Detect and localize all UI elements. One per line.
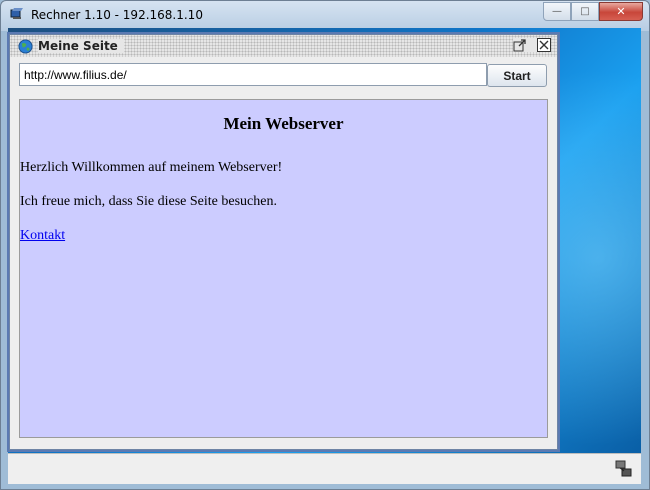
window-title: Rechner 1.10 - 192.168.1.10 [31, 8, 203, 22]
visit-text: Ich freue mich, dass Sie diese Seite bes… [20, 194, 277, 209]
maximize-icon: □ [580, 6, 590, 17]
minimize-button[interactable]: — [543, 2, 571, 21]
status-bar [8, 453, 641, 484]
browser-title-bar[interactable]: Meine Seite [10, 35, 557, 57]
kontakt-link[interactable]: Kontakt [20, 228, 65, 244]
app-icon [10, 8, 23, 19]
browser-frame: Meine Seite Start Mein Webserver Herzlic… [9, 34, 558, 450]
page-heading: Mein Webserver [223, 114, 344, 133]
tray-icon[interactable] [615, 460, 633, 478]
maximize-button[interactable]: □ [571, 2, 599, 21]
browser-title: Meine Seite [38, 39, 124, 53]
detach-icon[interactable] [513, 38, 527, 52]
close-icon[interactable] [537, 38, 551, 52]
url-input[interactable] [19, 63, 487, 86]
close-button[interactable]: ✕ [599, 2, 643, 21]
title-bar[interactable]: Rechner 1.10 - 192.168.1.10 — □ ✕ [1, 1, 649, 29]
web-page-view: Mein Webserver Herzlich Willkommen auf m… [19, 99, 548, 438]
minimize-icon: — [552, 6, 562, 17]
welcome-text: Herzlich Willkommen auf meinem Webserver… [20, 160, 283, 175]
start-button[interactable]: Start [487, 64, 547, 87]
globe-icon [18, 39, 33, 54]
close-icon: ✕ [616, 5, 626, 18]
